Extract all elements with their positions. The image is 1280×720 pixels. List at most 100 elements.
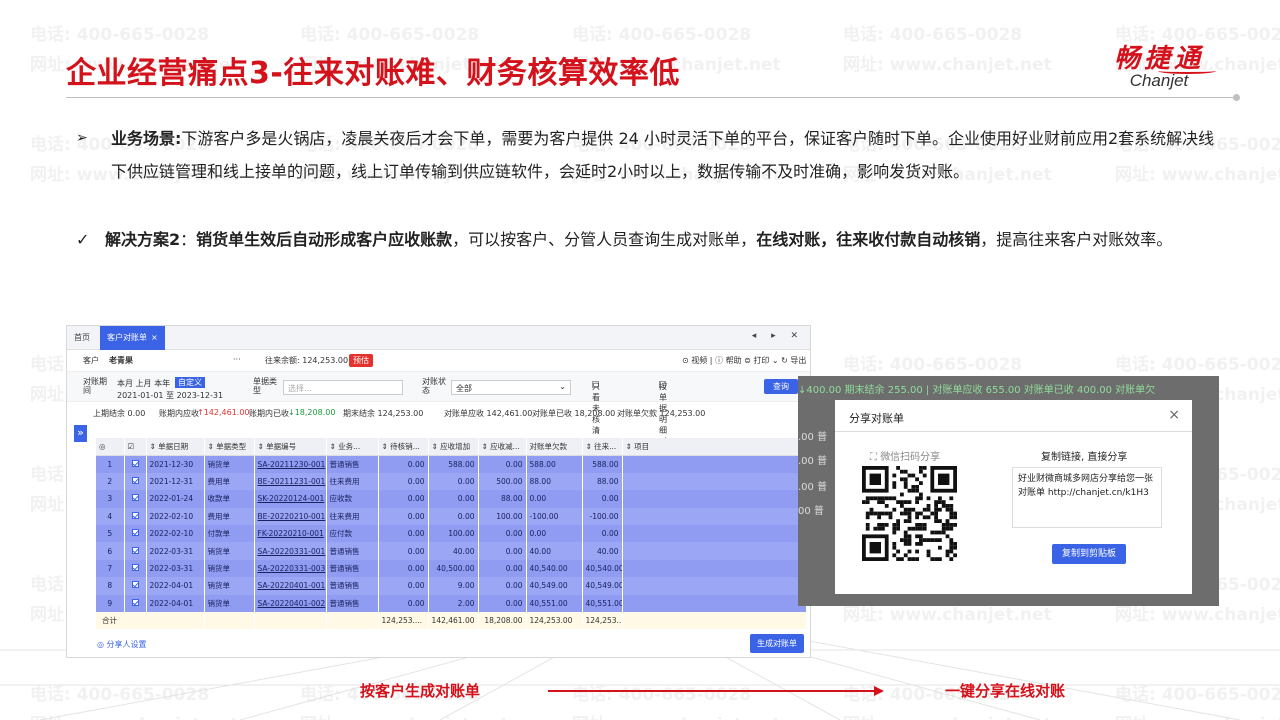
cell-code[interactable]: FK-20220210-001 — [254, 524, 327, 543]
column-header[interactable]: ⇕ 业务... — [326, 438, 379, 456]
tab-nav-arrows[interactable]: ◂ ▸ ✕ — [752, 331, 804, 341]
status-value: 全部 — [456, 384, 472, 393]
column-header[interactable]: ⇕ 单据日期 — [146, 438, 205, 456]
cell-type: 费用单 — [204, 507, 255, 525]
query-button[interactable]: 查询 — [764, 379, 798, 394]
table-row[interactable]: 1 2021-12-30 销货单 SA-20211230-001 普通销售 0.00 588… — [96, 455, 807, 473]
column-header[interactable]: ⇕ 应收增加 — [428, 438, 479, 456]
period-label: 对账期间 — [83, 377, 107, 395]
cell-type: 销货单 — [204, 594, 255, 612]
customer-value[interactable]: 老青果 — [109, 355, 133, 366]
table-row[interactable]: 2 2021-12-31 费用单 BE-20211231-001 往来费用 0.00 0.0… — [96, 472, 807, 491]
cell-type: 付款单 — [204, 524, 255, 543]
background-row: 00 普 — [798, 506, 824, 517]
cell-type: 销货单 — [204, 455, 255, 473]
column-header[interactable]: ◎ — [96, 438, 125, 456]
bullet-solution: ✓ 解决方案2：销货单生效后自动形成客户应收账款，可以按客户、分管人员查询生成对… — [76, 223, 1216, 256]
column-header[interactable]: ⇕ 单据类型 — [204, 438, 255, 456]
table-row[interactable]: 8 2022-04-01 销货单 SA-20220401-001 普通销售 0.00 9.0… — [96, 577, 807, 595]
row-checkbox[interactable] — [124, 577, 147, 595]
cell-code[interactable]: SA-20211230-001 — [254, 455, 327, 473]
close-icon[interactable]: × — [1168, 407, 1180, 423]
period-custom[interactable]: 自定义 — [175, 377, 205, 388]
tab-customer-statement[interactable]: 客户对账单 × — [100, 326, 165, 350]
cell-bal: 40,540.00 — [582, 559, 623, 578]
cell-bal: 88.00 — [582, 472, 623, 491]
row-checkbox[interactable] — [124, 559, 147, 578]
cell-biz: 普通销售 — [326, 577, 379, 595]
qr-label: ⛶ 微信扫码分享 — [870, 448, 940, 463]
status-select[interactable]: 全部 ⌄ — [451, 380, 571, 395]
cell-biz: 普通销售 — [326, 559, 379, 578]
cell-bal: 0.00 — [582, 490, 623, 508]
close-icon[interactable]: × — [151, 333, 158, 342]
row-checkbox[interactable] — [124, 542, 147, 560]
cell-project — [622, 524, 807, 543]
cell-project — [622, 507, 807, 525]
more-icon[interactable]: ··· — [233, 355, 241, 364]
column-header[interactable]: ⇕ 往来... — [582, 438, 623, 456]
total-bal: 124,253.... — [582, 611, 623, 630]
share-link-textbox[interactable]: 好业财微商城多网店分享给您一张对账单 http://chanjet.cn/k1H… — [1012, 467, 1162, 528]
cell-date: 2021-12-30 — [146, 455, 205, 473]
caption-right: 一键分享在线对账 — [945, 682, 1066, 700]
cell-code[interactable]: BE-20220210-001 — [254, 507, 327, 525]
column-header[interactable]: ⇕ 待核销... — [378, 438, 429, 456]
total-row: 合计 124,253.... 142,461.00 18,208.00 124,253.… — [96, 611, 807, 630]
column-header[interactable]: ☑ — [124, 438, 147, 456]
cell-date: 2022-01-24 — [146, 490, 205, 508]
cell-code[interactable]: SA-20220401-001 — [254, 577, 327, 595]
cell-biz: 往来费用 — [326, 472, 379, 491]
doc-type-select[interactable]: 选择... — [283, 380, 403, 395]
doc-type-placeholder: 选择... — [288, 384, 312, 393]
cell-owed: 40,540.00 — [526, 559, 583, 578]
toolbar-right[interactable]: ⊙ 视频 | ⓘ 帮助 ⊜ 打印 ⌄ ↻ 导出 — [682, 355, 806, 366]
cell-bal: 40,551.00 — [582, 594, 623, 612]
table-row[interactable]: 6 2022-03-31 销货单 SA-20220331-001 普通销售 0.00 40.… — [96, 542, 807, 560]
cell-code[interactable]: SA-20220401-002 — [254, 594, 327, 612]
total-label: 合计 — [96, 611, 205, 630]
row-checkbox[interactable] — [124, 490, 147, 508]
flow-arrow-line — [548, 690, 876, 692]
cell-project — [622, 559, 807, 578]
table-row[interactable]: 4 2022-02-10 费用单 BE-20220210-001 往来费用 0.00 0.0… — [96, 507, 807, 525]
cell-dec: 100.00 — [478, 507, 527, 525]
checkbox-checked-icon — [131, 494, 139, 502]
cell-code[interactable]: SA-20220331-001 — [254, 542, 327, 560]
row-checkbox[interactable] — [124, 455, 147, 473]
cell-date: 2022-02-10 — [146, 524, 205, 543]
cell-code[interactable]: SK-20220124-001 — [254, 490, 327, 508]
row-checkbox[interactable] — [124, 594, 147, 612]
table-row[interactable]: 9 2022-04-01 销货单 SA-20220401-002 普通销售 0.00 2.0… — [96, 594, 807, 612]
solution-label: 解决方案2 — [105, 230, 181, 249]
share-settings-link[interactable]: ◎ 分享人设置 — [97, 639, 147, 650]
cell-project — [622, 594, 807, 612]
table-row[interactable]: 7 2022-03-31 销货单 SA-20220331-003 普通销售 0.00 40,… — [96, 559, 807, 578]
cell-type: 销货单 — [204, 542, 255, 560]
period-options[interactable]: 本月 上月 本年 — [117, 378, 170, 389]
tab-home[interactable]: 首页 — [67, 326, 97, 350]
row-checkbox[interactable] — [124, 524, 147, 543]
generate-statement-button[interactable]: 生成对账单 — [750, 634, 804, 653]
background-row: .00 普 — [798, 432, 828, 443]
column-header[interactable]: ⇕ 应收减... — [478, 438, 527, 456]
row-checkbox[interactable] — [124, 472, 147, 491]
checkbox-checked-icon — [131, 529, 139, 537]
row-checkbox[interactable] — [124, 507, 147, 525]
table-row[interactable]: 3 2022-01-24 收款单 SK-20220124-001 应收款 0.00 0.00… — [96, 490, 807, 508]
column-header[interactable]: 对账单欠款 — [526, 438, 583, 456]
doc-type-label: 单据类型 — [253, 377, 277, 395]
scenario-label: 业务场景: — [111, 129, 182, 148]
cell-bal: 40.00 — [582, 542, 623, 560]
copy-to-clipboard-button[interactable]: 复制到剪贴板 — [1052, 544, 1126, 564]
cell-n: 8 — [96, 577, 125, 595]
table-row[interactable]: 5 2022-02-10 付款单 FK-20220210-001 应付款 0.00 100.… — [96, 524, 807, 543]
cell-pending: 0.00 — [378, 594, 429, 612]
cell-n: 9 — [96, 594, 125, 612]
cell-code[interactable]: SA-20220331-003 — [254, 559, 327, 578]
column-header[interactable]: ⇕ 单据编号 — [254, 438, 327, 456]
caption-left: 按客户生成对账单 — [360, 682, 481, 700]
cell-code[interactable]: BE-20211231-001 — [254, 472, 327, 491]
expand-icon[interactable]: » — [74, 425, 87, 442]
column-header[interactable]: ⇕ 项目 — [622, 438, 807, 456]
